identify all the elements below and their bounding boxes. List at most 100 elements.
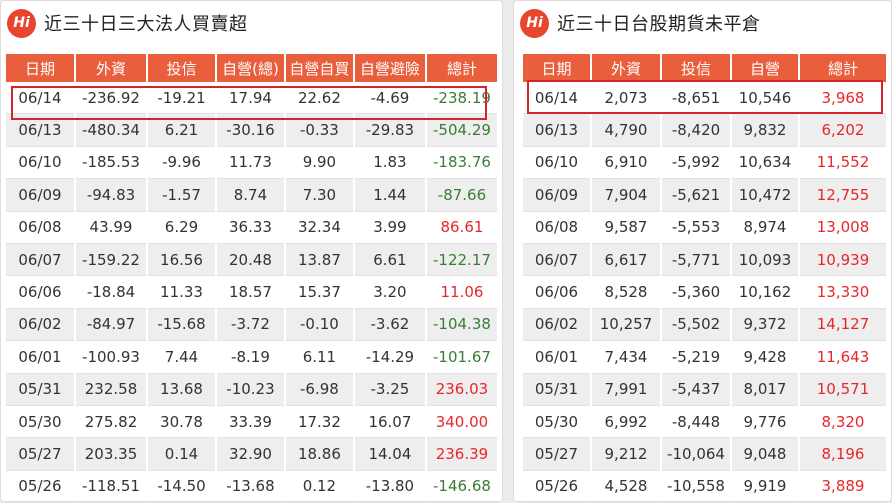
date-cell: 06/01: [523, 341, 590, 374]
column-header[interactable]: 自營避險: [354, 54, 425, 82]
column-header[interactable]: 投信: [148, 54, 215, 82]
column-header[interactable]: 自營自買: [285, 54, 353, 82]
value-cell: -146.68: [426, 471, 497, 503]
value-cell: 14.04: [354, 438, 425, 471]
value-cell: -5,771: [662, 243, 730, 277]
table-row: 05/26 4,528 -10,558 9,919 3,889: [523, 471, 886, 503]
date-cell: 06/08: [523, 212, 590, 244]
value-cell: 18.86: [285, 438, 353, 471]
date-cell: 06/01: [6, 341, 74, 374]
value-cell: -18.84: [75, 276, 147, 309]
value-cell: -8,420: [662, 114, 730, 147]
value-cell: -5,502: [662, 308, 730, 342]
value-cell: 236.39: [426, 438, 497, 471]
value-cell: 9,776: [732, 406, 798, 439]
column-header[interactable]: 自營: [732, 54, 798, 82]
value-cell: 8,017: [732, 373, 798, 406]
date-cell: 06/06: [523, 276, 590, 309]
value-cell: -122.17: [426, 243, 497, 277]
column-header[interactable]: 外資: [592, 54, 660, 82]
value-cell: -6.98: [285, 373, 353, 406]
value-cell: -104.38: [426, 308, 497, 342]
value-cell: -159.22: [75, 243, 147, 277]
value-cell: 9,372: [732, 308, 798, 342]
value-cell: -3.62: [354, 308, 425, 342]
date-cell: 05/27: [6, 438, 74, 471]
value-cell: -118.51: [75, 471, 147, 503]
table-row: 06/09 7,904 -5,621 10,472 12,755: [523, 179, 886, 212]
column-header[interactable]: 外資: [75, 54, 147, 82]
date-cell: 05/31: [6, 373, 74, 406]
value-cell: 10,939: [800, 243, 886, 277]
value-cell: 7.44: [148, 341, 215, 374]
futures-open-interest-table: 日期 外資 投信 自營 總計 06/14 2,073 -8,651 10,546 3,968 06…: [521, 54, 888, 503]
value-cell: 16.56: [148, 243, 215, 277]
value-cell: -10,558: [662, 471, 730, 503]
date-cell: 06/14: [6, 82, 74, 115]
column-header[interactable]: 自營(總): [216, 54, 284, 82]
value-cell: 1.44: [354, 179, 425, 212]
value-cell: 13,330: [800, 276, 886, 309]
hi-logo-icon: Hi: [520, 8, 549, 38]
column-header[interactable]: 日期: [523, 54, 590, 82]
value-cell: 12,755: [800, 179, 886, 212]
value-cell: -5,621: [662, 179, 730, 212]
table-row: 05/27 9,212 -10,064 9,048 8,196: [523, 438, 886, 471]
value-cell: -9.96: [148, 147, 215, 180]
date-cell: 06/13: [6, 114, 74, 147]
value-cell: 4,528: [592, 471, 660, 503]
table-row: 06/10 6,910 -5,992 10,634 11,552: [523, 147, 886, 180]
value-cell: 0.14: [148, 438, 215, 471]
table-row: 06/13 -480.34 6.21 -30.16 -0.33 -29.83 -504.29: [6, 114, 497, 147]
date-cell: 06/10: [523, 147, 590, 180]
value-cell: 20.48: [216, 243, 284, 277]
value-cell: 10,546: [732, 82, 798, 115]
value-cell: 10,093: [732, 243, 798, 277]
table-row: 06/06 -18.84 11.33 18.57 15.37 3.20 11.06: [6, 276, 497, 309]
date-cell: 06/13: [523, 114, 590, 147]
value-cell: 6,617: [592, 243, 660, 277]
column-header[interactable]: 投信: [662, 54, 730, 82]
table-row: 05/27 203.35 0.14 32.90 18.86 14.04 236.39: [6, 438, 497, 471]
value-cell: 6.61: [354, 243, 425, 277]
date-cell: 06/14: [523, 82, 590, 115]
value-cell: 236.03: [426, 373, 497, 406]
column-header[interactable]: 總計: [426, 54, 497, 82]
value-cell: -13.68: [216, 471, 284, 503]
value-cell: -10.23: [216, 373, 284, 406]
value-cell: 6.29: [148, 212, 215, 244]
table-row: 06/08 9,587 -5,553 8,974 13,008: [523, 212, 886, 244]
value-cell: 8,974: [732, 212, 798, 244]
table-row: 06/07 -159.22 16.56 20.48 13.87 6.61 -122.17: [6, 243, 497, 277]
value-cell: 3.99: [354, 212, 425, 244]
value-cell: 1.83: [354, 147, 425, 180]
value-cell: 32.90: [216, 438, 284, 471]
value-cell: -480.34: [75, 114, 147, 147]
table-row: 05/26 -118.51 -14.50 -13.68 0.12 -13.80 -146.6…: [6, 471, 497, 503]
value-cell: 8,196: [800, 438, 886, 471]
value-cell: 33.39: [216, 406, 284, 439]
value-cell: 11.73: [216, 147, 284, 180]
value-cell: 9.90: [285, 147, 353, 180]
value-cell: 6,992: [592, 406, 660, 439]
date-cell: 06/06: [6, 276, 74, 309]
table-row: 06/02 10,257 -5,502 9,372 14,127: [523, 308, 886, 342]
value-cell: 6,910: [592, 147, 660, 180]
date-cell: 05/26: [6, 471, 74, 503]
table-row: 05/31 7,991 -5,437 8,017 10,571: [523, 373, 886, 406]
value-cell: 11.06: [426, 276, 497, 309]
value-cell: -13.80: [354, 471, 425, 503]
value-cell: -236.92: [75, 82, 147, 115]
value-cell: -5,553: [662, 212, 730, 244]
institutional-trading-table: 日期 外資 投信 自營(總) 自營自買 自營避險 總計 06/14 -236.92 -19.21…: [4, 54, 499, 503]
value-cell: -15.68: [148, 308, 215, 342]
column-header[interactable]: 日期: [6, 54, 74, 82]
column-header[interactable]: 總計: [800, 54, 886, 82]
value-cell: 32.34: [285, 212, 353, 244]
value-cell: -5,992: [662, 147, 730, 180]
value-cell: 14,127: [800, 308, 886, 342]
date-cell: 05/27: [523, 438, 590, 471]
value-cell: 17.32: [285, 406, 353, 439]
value-cell: 10,162: [732, 276, 798, 309]
panel-header: Hi 近三十日三大法人買賣超: [1, 1, 502, 45]
